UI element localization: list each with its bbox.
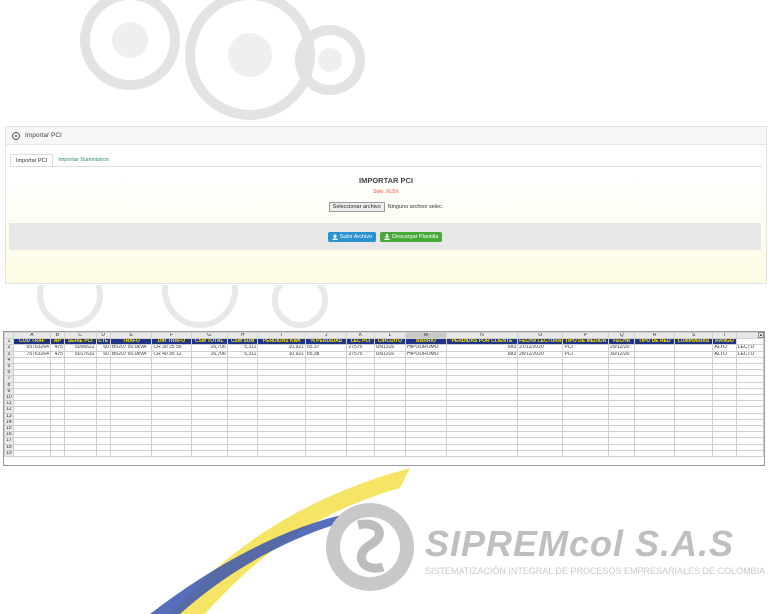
import-panel: Importar PCI Importar PCI Importar Sumin… (5, 126, 767, 284)
file-input[interactable]: Seleccionar archivo Ninguno archivo sele… (6, 202, 766, 212)
gears-background-image-2 (37, 285, 328, 328)
upload-file-button[interactable]: Subir Archivo (327, 231, 377, 242)
table-cell (304, 449, 348, 458)
table-cell (562, 449, 609, 458)
spreadsheet-preview: A B C D E F G H I J K L M N O P Q R S T (3, 331, 765, 466)
table-cell (673, 449, 714, 458)
table-cell (257, 449, 306, 458)
table-cell (109, 449, 153, 458)
table-cell (346, 449, 375, 458)
upload-label: Subir Archivo (339, 233, 373, 240)
table-cell (226, 449, 259, 458)
choose-file-button[interactable]: Seleccionar archivo (328, 202, 385, 212)
table-cell: B5207 50.0kVA (109, 350, 153, 358)
panel-title: Importar PCI (25, 132, 62, 139)
table-cell (12, 449, 51, 458)
spreadsheet-table: A B C D E F G H I J K L M N O P Q R S T (4, 332, 764, 458)
header-cell: LEC PCI (346, 338, 375, 346)
file-type-note: Solo .XLSX (373, 189, 399, 195)
upload-icon (332, 233, 338, 240)
panel-header: Importar PCI (6, 127, 766, 145)
no-file-label: Ninguno archivo selec. (387, 204, 444, 210)
header-cell: TIPO DE MEDIDA (562, 338, 609, 346)
table-cell: B5207 50.0kVA (109, 344, 153, 352)
gear-icon (12, 131, 20, 140)
table-cell (373, 449, 407, 458)
table-cell (607, 449, 636, 458)
scroll-up-icon: ▲ (758, 332, 764, 338)
header-cell: CSM TOTAL (190, 338, 228, 346)
header-cell: LUMINARIAS (673, 338, 714, 346)
table-cell (63, 449, 97, 458)
header-cell: PERDIDAS POR CLIENTE (445, 338, 519, 346)
import-heading: IMPORTAR PCI (358, 176, 414, 185)
table-cell (49, 449, 65, 458)
table-cell (445, 449, 519, 458)
table-cell (517, 449, 564, 458)
brand-tagline: SISTEMATIZACIÓN INTEGRAL DE PROCESOS EMP… (425, 566, 766, 576)
download-label: Descargar Plantilla (392, 233, 439, 240)
header-cell: FECHA LECTURA (517, 338, 564, 346)
header-cell: PERDIDAS Kwh (257, 338, 306, 346)
action-bar: Subir Archivo Descargar Plantilla (9, 223, 761, 250)
header-cell: SERIE PCI (63, 338, 97, 346)
table-cell (735, 449, 764, 458)
table-cell (95, 449, 111, 458)
gears-background-image (80, 0, 365, 120)
header-cell: CSM SUM (226, 338, 259, 346)
brand-name: SIPREMcol S.A.S (425, 523, 735, 564)
table-cell (405, 449, 447, 458)
tab-divider (10, 166, 762, 167)
table-cell (190, 449, 228, 458)
header-cell: TIPO DE RED (634, 338, 675, 346)
download-template-button[interactable]: Descargar Plantilla (380, 231, 443, 242)
header-cell: % PERDIDAS (304, 338, 348, 346)
table-row: 19 (4, 449, 764, 458)
table-cell (151, 449, 192, 458)
table-cell (712, 449, 737, 458)
header-cell: CIRCUITO (373, 338, 407, 346)
table-cell (634, 449, 675, 458)
download-icon (384, 233, 390, 240)
header-cell: RANGO (712, 338, 737, 346)
row-number: 19 (4, 449, 14, 458)
